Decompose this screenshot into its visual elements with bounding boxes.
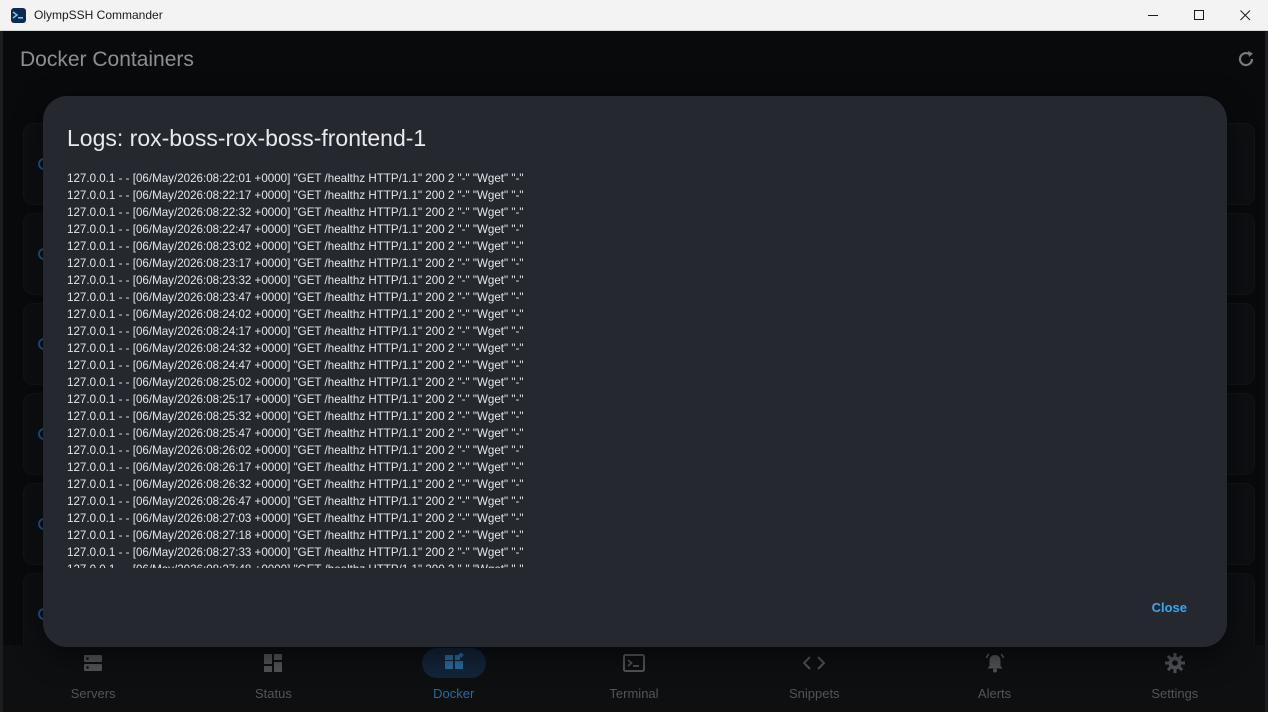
log-line: 127.0.0.1 - - [06/May/2026:08:27:03 +000…: [67, 512, 524, 525]
maximize-icon: [1193, 10, 1204, 20]
log-line: 127.0.0.1 - - [06/May/2026:08:23:47 +000…: [67, 291, 524, 304]
log-line: 127.0.0.1 - - [06/May/2026:08:27:48 +000…: [67, 561, 967, 568]
log-line: 127.0.0.1 - - [06/May/2026:08:22:01 +000…: [67, 172, 524, 185]
window-title: OlympSSH Commander: [34, 8, 163, 22]
log-line: 127.0.0.1 - - [06/May/2026:08:23:02 +000…: [67, 240, 524, 253]
app-logo-icon: [11, 7, 26, 23]
log-line: 127.0.0.1 - - [06/May/2026:08:23:32 +000…: [67, 274, 524, 287]
minimize-icon: [1147, 15, 1158, 16]
log-output[interactable]: 127.0.0.1 - - [06/May/2026:08:22:01 +000…: [67, 170, 967, 568]
log-line: 127.0.0.1 - - [06/May/2026:08:24:17 +000…: [67, 325, 524, 338]
log-line: 127.0.0.1 - - [06/May/2026:08:27:18 +000…: [67, 529, 524, 542]
log-line: 127.0.0.1 - - [06/May/2026:08:24:32 +000…: [67, 342, 524, 355]
dialog-title: Logs: rox-boss-rox-boss-frontend-1: [67, 125, 427, 151]
window-titlebar: OlympSSH Commander: [0, 0, 1268, 31]
log-line: 127.0.0.1 - - [06/May/2026:08:25:47 +000…: [67, 427, 524, 440]
log-line: 127.0.0.1 - - [06/May/2026:08:23:17 +000…: [67, 257, 524, 270]
log-line: 127.0.0.1 - - [06/May/2026:08:25:17 +000…: [67, 393, 524, 406]
close-icon: [1239, 10, 1250, 21]
log-line: 127.0.0.1 - - [06/May/2026:08:25:32 +000…: [67, 410, 524, 423]
maximize-button[interactable]: [1176, 0, 1222, 31]
log-line: 127.0.0.1 - - [06/May/2026:08:26:17 +000…: [67, 461, 524, 474]
log-line: 127.0.0.1 - - [06/May/2026:08:22:47 +000…: [67, 223, 524, 236]
log-line: 127.0.0.1 - - [06/May/2026:08:22:17 +000…: [67, 189, 524, 202]
close-window-button[interactable]: [1222, 0, 1268, 31]
log-line: 127.0.0.1 - - [06/May/2026:08:27:33 +000…: [67, 546, 524, 559]
log-line: 127.0.0.1 - - [06/May/2026:08:26:32 +000…: [67, 478, 524, 491]
logs-dialog: Logs: rox-boss-rox-boss-frontend-1 127.0…: [43, 96, 1227, 647]
log-line: 127.0.0.1 - - [06/May/2026:08:26:02 +000…: [67, 444, 524, 457]
minimize-button[interactable]: [1130, 0, 1176, 31]
log-line: 127.0.0.1 - - [06/May/2026:08:24:02 +000…: [67, 308, 524, 321]
log-line: 127.0.0.1 - - [06/May/2026:08:25:02 +000…: [67, 376, 524, 389]
log-line: 127.0.0.1 - - [06/May/2026:08:26:47 +000…: [67, 495, 524, 508]
log-line: 127.0.0.1 - - [06/May/2026:08:22:32 +000…: [67, 206, 524, 219]
log-line: 127.0.0.1 - - [06/May/2026:08:24:47 +000…: [67, 359, 524, 372]
close-dialog-button[interactable]: Close: [1152, 600, 1187, 615]
